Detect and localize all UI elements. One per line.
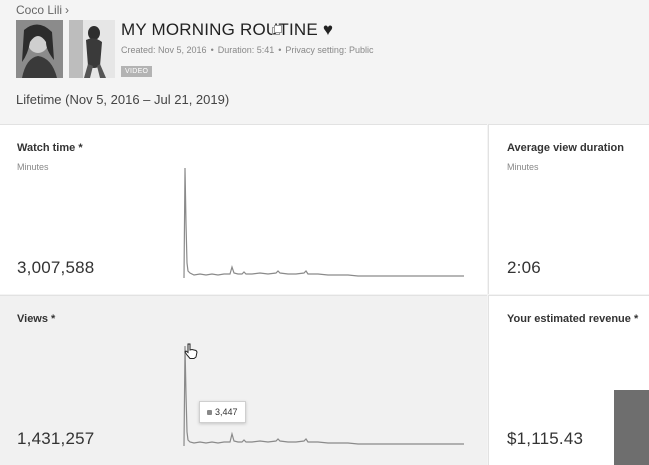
video-meta: Created: Nov 5, 2016 • Duration: 5:41 • Priv… <box>121 45 373 55</box>
views-value: 1,431,257 <box>17 429 95 448</box>
revenue-title: Your estimated revenue * <box>507 313 639 325</box>
hand-pointer-icon <box>184 343 198 359</box>
avg-view-duration-title: Average view duration <box>507 142 624 154</box>
video-type-badge: VIDEO <box>121 66 153 77</box>
external-link-icon[interactable] <box>272 25 282 35</box>
meta-separator: • <box>210 45 214 55</box>
privacy-setting: Privacy setting: Public <box>285 45 374 55</box>
avg-view-duration-card[interactable]: Average view duration Minutes 2:06 <box>488 124 649 294</box>
views-title: Views * <box>17 313 56 325</box>
watch-time-card[interactable]: Watch time * Minutes 3,007,588 <box>0 124 487 294</box>
revenue-value: $1,115.43 <box>507 429 584 448</box>
video-thumbnail-2[interactable] <box>69 20 115 78</box>
views-card[interactable]: Views * 1,431,257 3,447 <box>0 295 487 465</box>
created-date: Created: Nov 5, 2016 <box>121 45 207 55</box>
video-thumbnail-1[interactable] <box>16 20 63 78</box>
breadcrumb-channel[interactable]: Coco Lili <box>16 3 62 17</box>
scrollbar-thumb[interactable] <box>614 390 649 465</box>
video-title: MY MORNING ROUTINE ♥ <box>121 20 334 39</box>
watch-time-unit: Minutes <box>17 162 49 172</box>
watch-time-value: 3,007,588 <box>17 258 95 277</box>
views-sparkline <box>183 345 464 447</box>
date-range-label[interactable]: Lifetime (Nov 5, 2016 – Jul 21, 2019) <box>16 92 229 107</box>
watch-time-title: Watch time * <box>17 142 83 154</box>
chevron-right-icon: › <box>65 3 70 17</box>
avg-view-duration-unit: Minutes <box>507 162 539 172</box>
meta-separator: • <box>278 45 282 55</box>
avg-view-duration-value: 2:06 <box>507 258 541 277</box>
tooltip-value: 3,447 <box>215 407 238 417</box>
views-tooltip: 3,447 <box>199 401 246 423</box>
breadcrumb[interactable]: Coco Lili › <box>16 3 69 17</box>
series-swatch-icon <box>207 410 212 416</box>
analytics-page: Coco Lili › MY MORNING ROUTINE ♥ Created:… <box>0 0 649 465</box>
watch-time-sparkline <box>183 167 464 279</box>
video-duration: Duration: 5:41 <box>217 45 275 55</box>
